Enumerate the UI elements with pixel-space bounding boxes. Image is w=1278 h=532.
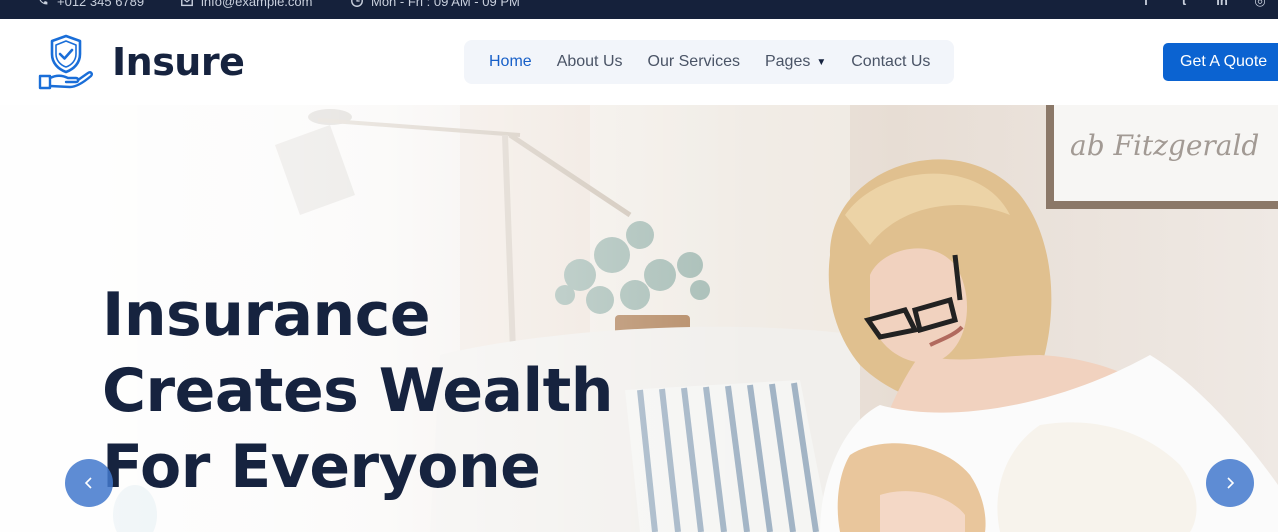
facebook-icon[interactable]: f: [1138, 0, 1154, 9]
slider-prev-button[interactable]: [65, 459, 113, 507]
hero-headline: Insurance Creates Wealth For Everyone: [102, 277, 613, 505]
chevron-down-icon: ▼: [816, 56, 827, 68]
topbar-hours-text: Mon - Fri : 09 AM - 09 PM: [371, 0, 520, 9]
nav-item-pages[interactable]: Pages ▼: [765, 53, 826, 71]
brand-name: Insure: [112, 40, 245, 84]
topbar-hours: Mon - Fri : 09 AM - 09 PM: [350, 0, 520, 9]
twitter-icon[interactable]: t: [1176, 0, 1192, 9]
email-icon: [181, 0, 193, 7]
nav-item-contact-us[interactable]: Contact Us: [851, 53, 930, 71]
brand-logo[interactable]: Insure: [36, 32, 245, 92]
top-bar: +012 345 6789 info@example.com Mon - Fri…: [0, 0, 1278, 19]
headline-line-1: Insurance: [102, 280, 431, 350]
topbar-phone[interactable]: +012 345 6789: [36, 0, 144, 9]
get-a-quote-button[interactable]: Get A Quote: [1163, 43, 1278, 81]
nav-item-about-us[interactable]: About Us: [557, 53, 623, 71]
social-links: f t in ◎: [1138, 0, 1268, 9]
nav-label-home: Home: [489, 53, 532, 70]
nav-label-our-services: Our Services: [647, 53, 740, 70]
nav-item-our-services[interactable]: Our Services: [648, 53, 740, 71]
linkedin-icon[interactable]: in: [1214, 0, 1230, 9]
slider-next-button[interactable]: [1206, 459, 1254, 507]
phone-icon: [39, 0, 48, 5]
svg-text:ab Fitzgerald: ab Fitzgerald: [1070, 129, 1259, 162]
chevron-left-icon: [84, 477, 92, 489]
hero-slider: ab Fitzgerald Insurance Creates Wealth F…: [0, 105, 1278, 532]
site-header: Insure Home About Us Our Services Pages ▼…: [0, 19, 1278, 105]
nav-label-about-us: About Us: [556, 53, 623, 70]
chevron-right-icon: [1227, 477, 1235, 489]
main-nav: Home About Us Our Services Pages ▼ Contac…: [464, 40, 954, 84]
nav-item-home[interactable]: Home: [489, 53, 532, 71]
shield-hand-icon: [38, 34, 93, 90]
nav-label-contact-us: Contact Us: [851, 53, 931, 70]
headline-line-3: For Everyone: [102, 432, 541, 502]
instagram-icon[interactable]: ◎: [1252, 0, 1268, 9]
topbar-phone-text: +012 345 6789: [57, 0, 145, 9]
headline-line-2: Creates Wealth: [102, 356, 613, 426]
nav-label-pages: Pages: [764, 53, 811, 70]
topbar-email[interactable]: info@example.com: [180, 0, 312, 9]
clock-icon: [351, 0, 363, 7]
topbar-email-text: info@example.com: [201, 0, 313, 9]
